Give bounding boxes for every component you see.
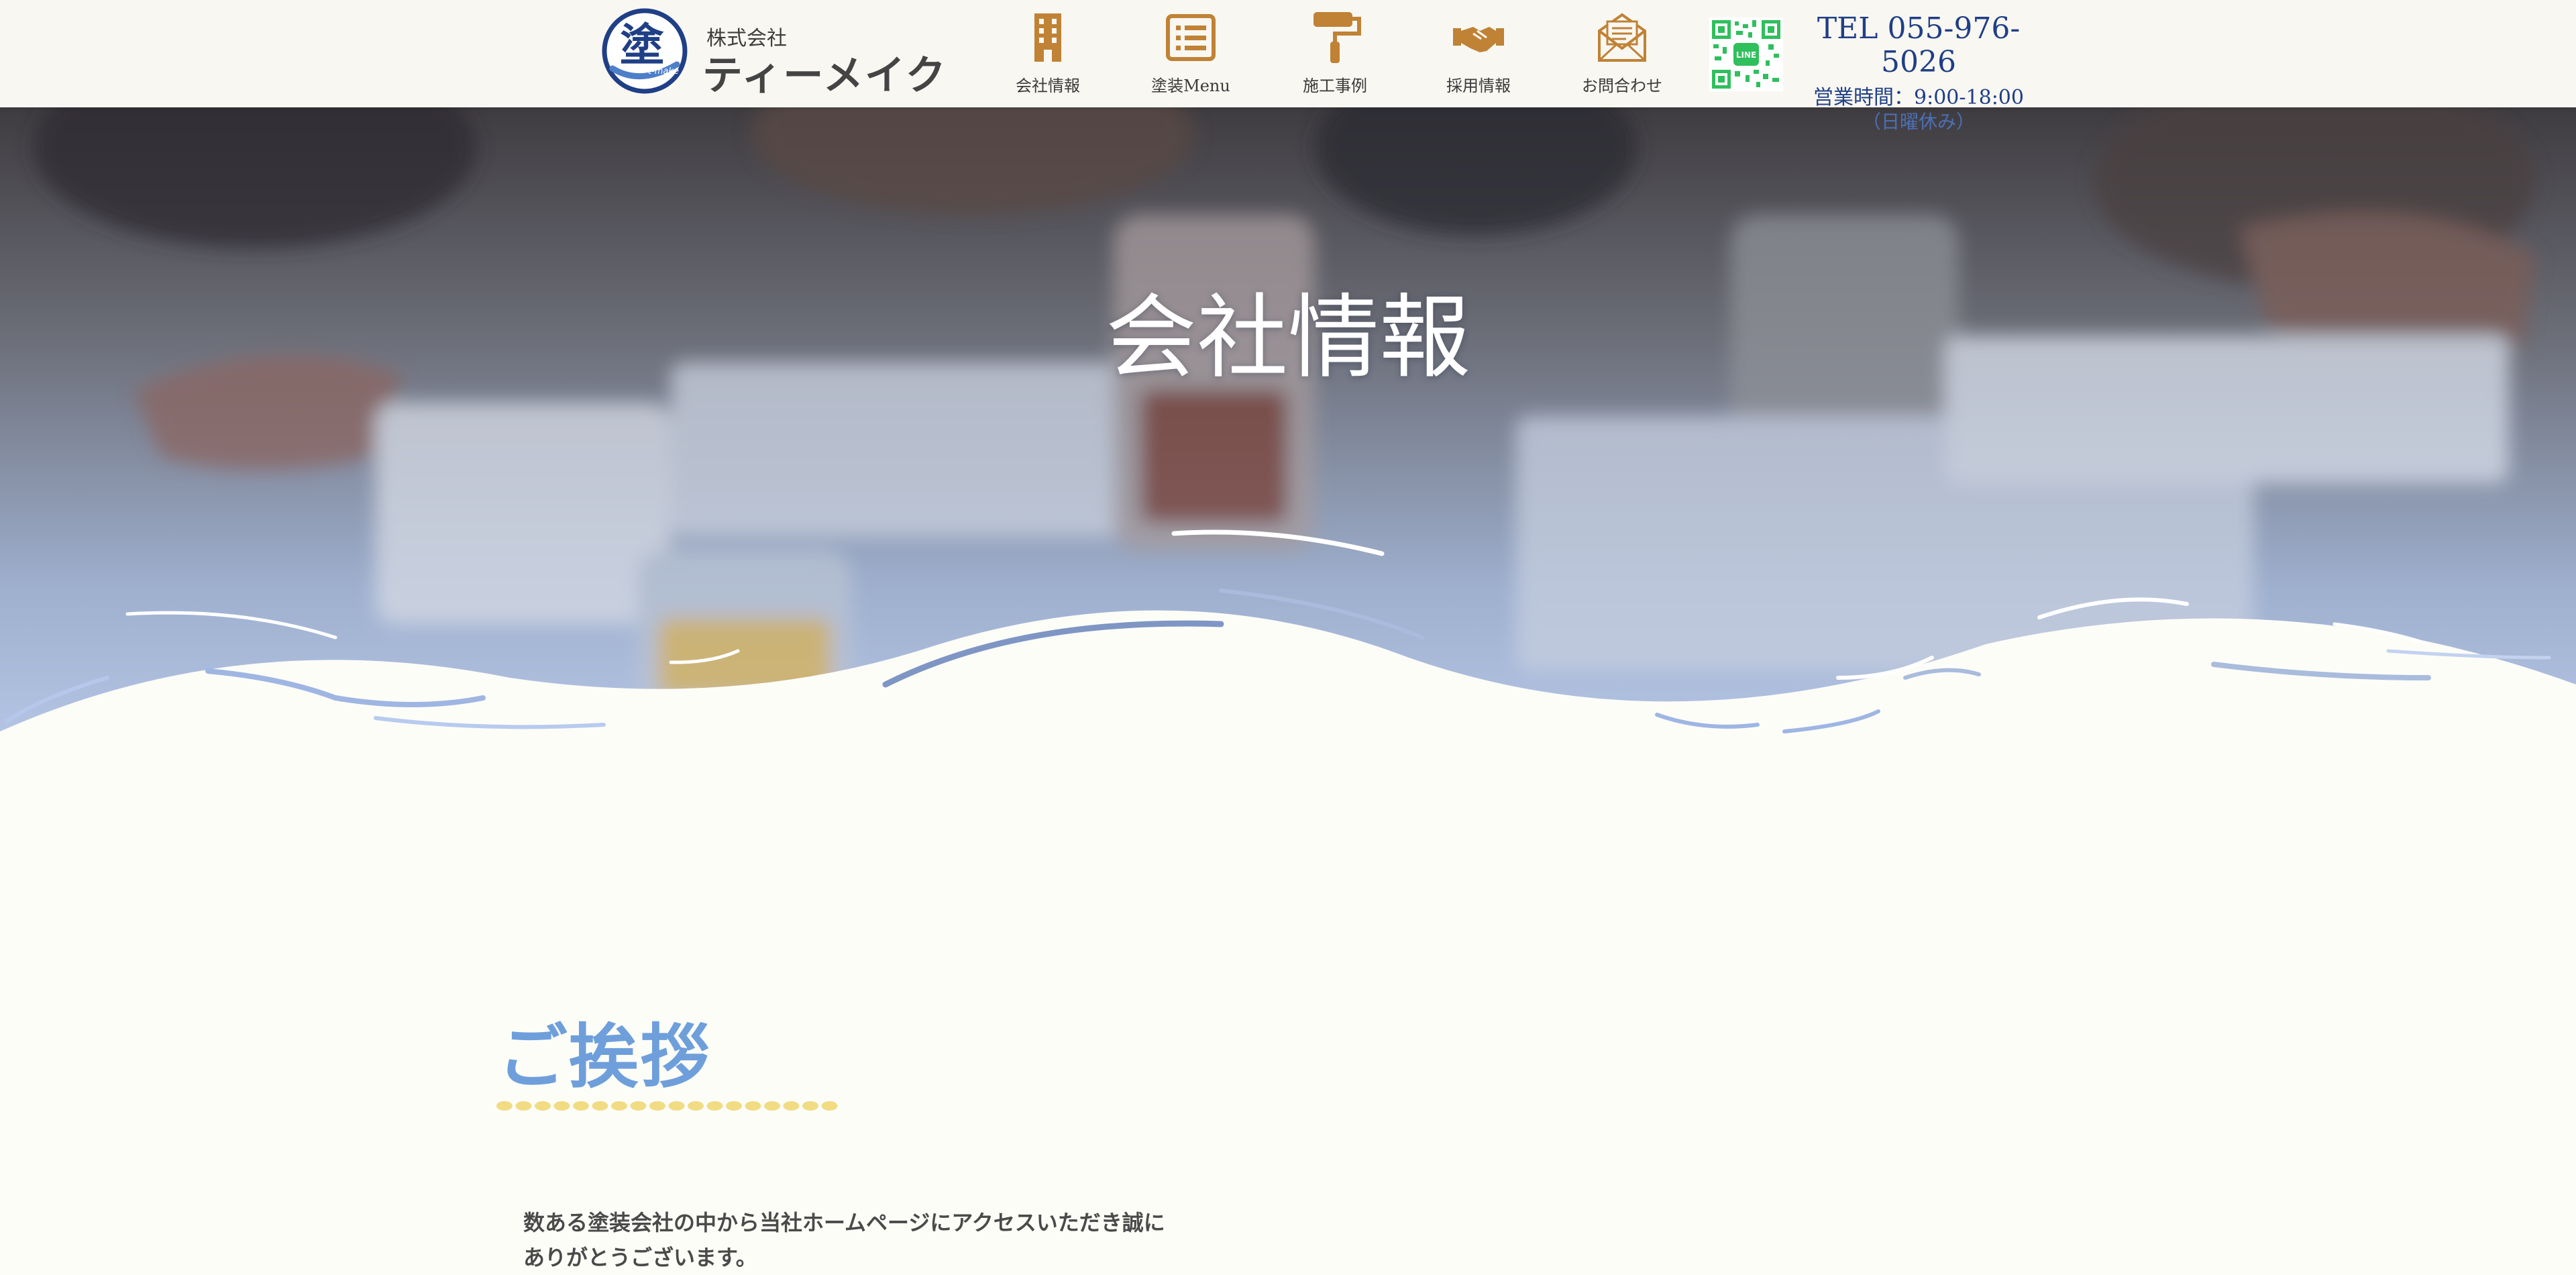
underline-dot bbox=[535, 1101, 551, 1111]
greeting-line-1: 数ある塗装会社の中から当社ホームページにアクセスいただき誠に bbox=[523, 1210, 1165, 1235]
nav-item-recruit[interactable]: 採用情報 bbox=[1411, 11, 1546, 98]
greeting-text: 数ある塗装会社の中から当社ホームページにアクセスいただき誠に ありがとうございま… bbox=[523, 1205, 1194, 1275]
nav-item-contact[interactable]: お問合わせ bbox=[1555, 11, 1689, 98]
underline-dot bbox=[783, 1101, 800, 1111]
line-qr-icon[interactable]: LINE bbox=[1709, 17, 1783, 91]
hero-title: 会社情報 bbox=[1106, 285, 1470, 391]
heading-dot-underline bbox=[496, 1101, 838, 1111]
business-hours: 営業時間：9:00-18:00 bbox=[1813, 86, 2024, 109]
underline-dot bbox=[764, 1101, 780, 1111]
underline-dot bbox=[668, 1101, 685, 1111]
nav-item-works[interactable]: 施工事例 bbox=[1268, 11, 1402, 98]
logo-company-name: ティーメイク bbox=[702, 52, 947, 99]
underline-dot bbox=[706, 1101, 723, 1111]
underline-dot bbox=[630, 1101, 647, 1111]
nav-item-company[interactable]: 会社情報 bbox=[981, 11, 1115, 98]
nav-label-menu: 塗装Menu bbox=[1151, 76, 1230, 95]
underline-dot bbox=[649, 1101, 665, 1111]
list-icon bbox=[1166, 14, 1216, 61]
underline-dot bbox=[496, 1101, 513, 1111]
hero-background-photo: 会社情報 bbox=[0, 107, 2576, 752]
underline-dot bbox=[726, 1101, 742, 1111]
hero-banner: 会社情報 bbox=[0, 107, 2576, 752]
underline-dot bbox=[802, 1101, 818, 1111]
nav-label-company: 会社情報 bbox=[1016, 76, 1080, 95]
greeting-heading: ご挨拶 bbox=[498, 1015, 712, 1098]
site-logo[interactable]: 塗 t-make 株式会社 ティーメイク bbox=[600, 7, 949, 99]
nav-item-menu[interactable]: 塗装Menu bbox=[1124, 11, 1258, 98]
nav-label-recruit: 採用情報 bbox=[1446, 76, 1511, 95]
underline-dot bbox=[745, 1101, 761, 1111]
nav-label-works: 施工事例 bbox=[1303, 76, 1367, 95]
underline-dot bbox=[573, 1101, 589, 1111]
brush-circle-logo: 塗 t-make bbox=[602, 8, 688, 94]
underline-dot bbox=[611, 1101, 627, 1111]
tel-line-1: TEL 055-976- bbox=[1817, 11, 2021, 46]
line-qr-label: LINE bbox=[1736, 50, 1756, 60]
underline-dot bbox=[592, 1101, 608, 1111]
nav-label-contact: お問合わせ bbox=[1582, 76, 1662, 95]
paint-roller-icon bbox=[1313, 12, 1361, 63]
closed-day: （日曜休み） bbox=[1862, 111, 1975, 133]
tel-number[interactable]: TEL 055-976- 5026 bbox=[1805, 12, 2033, 79]
handshake-icon bbox=[1453, 27, 1504, 52]
site-header: 塗 t-make 株式会社 ティーメイク 会社情報 塗装Menu 施工事例 採用… bbox=[0, 0, 2576, 109]
underline-dot bbox=[821, 1101, 838, 1111]
underline-dot bbox=[515, 1101, 532, 1111]
underline-dot bbox=[688, 1101, 704, 1111]
underline-dot bbox=[553, 1101, 570, 1111]
logo-mark-glyph: 塗 bbox=[620, 19, 664, 71]
tel-line-2: 5026 bbox=[1881, 45, 1956, 79]
building-icon bbox=[1034, 13, 1061, 62]
logo-mark-sub: t-make bbox=[648, 66, 679, 76]
mail-icon bbox=[1598, 13, 1646, 62]
greeting-line-2: ありがとうございます。 bbox=[523, 1245, 757, 1270]
